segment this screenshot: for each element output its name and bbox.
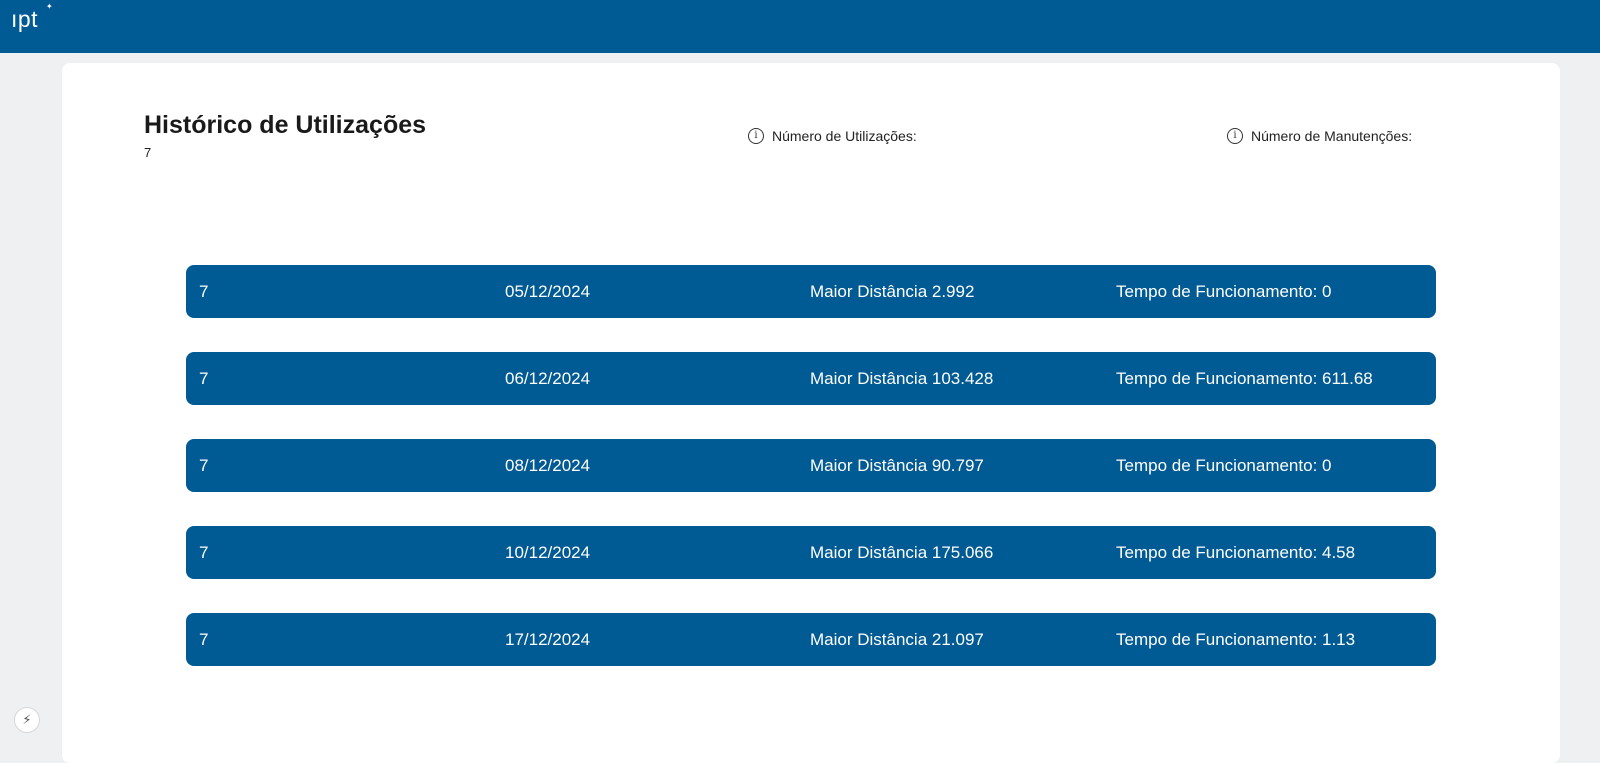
stat-usages-label: Número de Utilizações: xyxy=(772,128,917,144)
row-id: 7 xyxy=(199,543,209,562)
row-id: 7 xyxy=(199,282,209,301)
logo[interactable]: ıpt xyxy=(11,6,38,33)
row-date: 05/12/2024 xyxy=(505,282,591,301)
usage-row[interactable]: 7 10/12/2024 Maior Distância 175.066 Tem… xyxy=(186,526,1436,579)
row-date: 08/12/2024 xyxy=(505,456,591,475)
row-id: 7 xyxy=(199,456,209,475)
bolt-icon[interactable]: ⚡ xyxy=(14,707,40,733)
row-runtime: Tempo de Funcionamento: 611.68 xyxy=(1116,369,1373,388)
usage-row[interactable]: 7 17/12/2024 Maior Distância 21.097 Temp… xyxy=(186,613,1436,666)
info-icon[interactable]: i xyxy=(1227,128,1243,144)
row-id: 7 xyxy=(199,369,209,388)
stat-maintenance-label: Número de Manutenções: xyxy=(1251,128,1413,144)
usage-count: 7 xyxy=(144,145,152,160)
row-distance: Maior Distância 175.066 xyxy=(810,543,994,562)
row-id: 7 xyxy=(199,630,209,649)
row-distance: Maior Distância 103.428 xyxy=(810,369,994,388)
row-runtime: Tempo de Funcionamento: 4.58 xyxy=(1116,543,1356,562)
row-runtime: Tempo de Funcionamento: 0 xyxy=(1116,456,1332,475)
row-runtime: Tempo de Funcionamento: 1.13 xyxy=(1116,630,1356,649)
usage-row[interactable]: 7 05/12/2024 Maior Distância 2.992 Tempo… xyxy=(186,265,1436,318)
top-bar: ıpt ✦ xyxy=(0,0,1600,53)
logo-mark-icon: ✦ xyxy=(46,2,53,11)
row-runtime: Tempo de Funcionamento: 0 xyxy=(1116,282,1332,301)
usage-list: 7 05/12/2024 Maior Distância 2.992 Tempo… xyxy=(186,265,1436,700)
page-title: Histórico de Utilizações xyxy=(144,111,427,139)
row-distance: Maior Distância 2.992 xyxy=(810,282,975,301)
info-icon[interactable]: i xyxy=(748,128,764,144)
row-distance: Maior Distância 90.797 xyxy=(810,456,984,475)
usage-row[interactable]: 7 08/12/2024 Maior Distância 90.797 Temp… xyxy=(186,439,1436,492)
usage-row[interactable]: 7 06/12/2024 Maior Distância 103.428 Tem… xyxy=(186,352,1436,405)
row-date: 06/12/2024 xyxy=(505,369,591,388)
row-date: 17/12/2024 xyxy=(505,630,591,649)
stat-usages: i Número de Utilizações: xyxy=(748,128,917,144)
row-distance: Maior Distância 21.097 xyxy=(810,630,984,649)
stat-maintenance: i Número de Manutenções: xyxy=(1227,128,1412,144)
row-date: 10/12/2024 xyxy=(505,543,591,562)
